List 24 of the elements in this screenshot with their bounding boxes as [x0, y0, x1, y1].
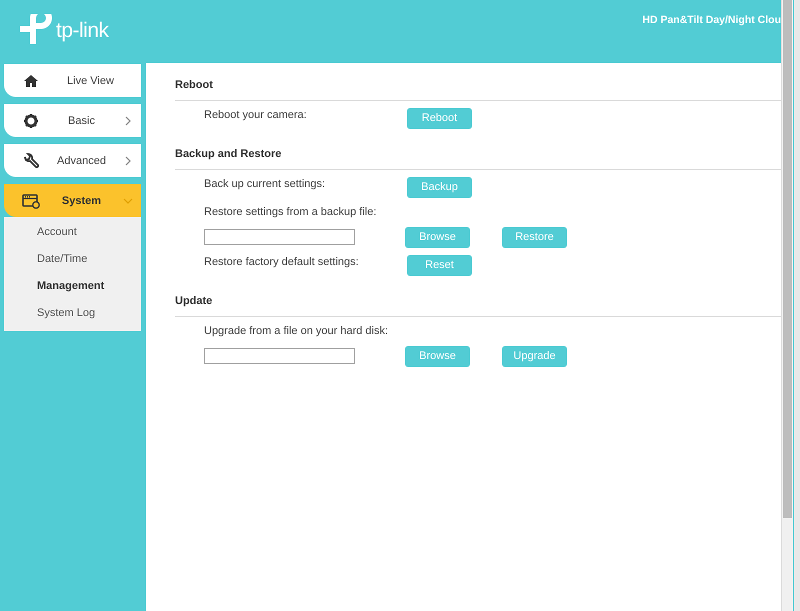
- setting-label: Reboot your camera:: [204, 108, 308, 121]
- setting-label: Back up current settings:: [204, 177, 326, 190]
- window-icon: [22, 192, 40, 210]
- nav-item[interactable]: Live View: [4, 64, 141, 97]
- file-path-field[interactable]: [204, 348, 355, 364]
- section-title: Update: [175, 293, 782, 317]
- nav-item[interactable]: Advanced: [4, 144, 141, 177]
- scrollbar[interactable]: [781, 0, 793, 611]
- file-path-field[interactable]: [204, 229, 355, 245]
- setting-label: Restore factory default settings:: [204, 255, 360, 268]
- section-title: Reboot: [175, 77, 782, 101]
- nav-item[interactable]: Basic: [4, 104, 141, 137]
- section-title: Backup and Restore: [175, 146, 782, 170]
- device-title: HD Pan&Tilt Day/Night Clou: [642, 14, 782, 26]
- wrench-icon: [22, 152, 40, 170]
- submenu-item[interactable]: Date/Time: [4, 246, 141, 273]
- submenu-item[interactable]: Management: [4, 273, 141, 300]
- submenu-item[interactable]: Account: [4, 219, 141, 246]
- brand-name: tp-link: [56, 19, 109, 43]
- nav-item[interactable]: System: [4, 184, 141, 217]
- gear-icon: [22, 112, 40, 130]
- setting-label: Upgrade from a file on your hard disk:: [204, 324, 390, 337]
- submenu-item[interactable]: System Log: [4, 300, 141, 327]
- setting-label: Restore settings from a backup file:: [204, 205, 378, 218]
